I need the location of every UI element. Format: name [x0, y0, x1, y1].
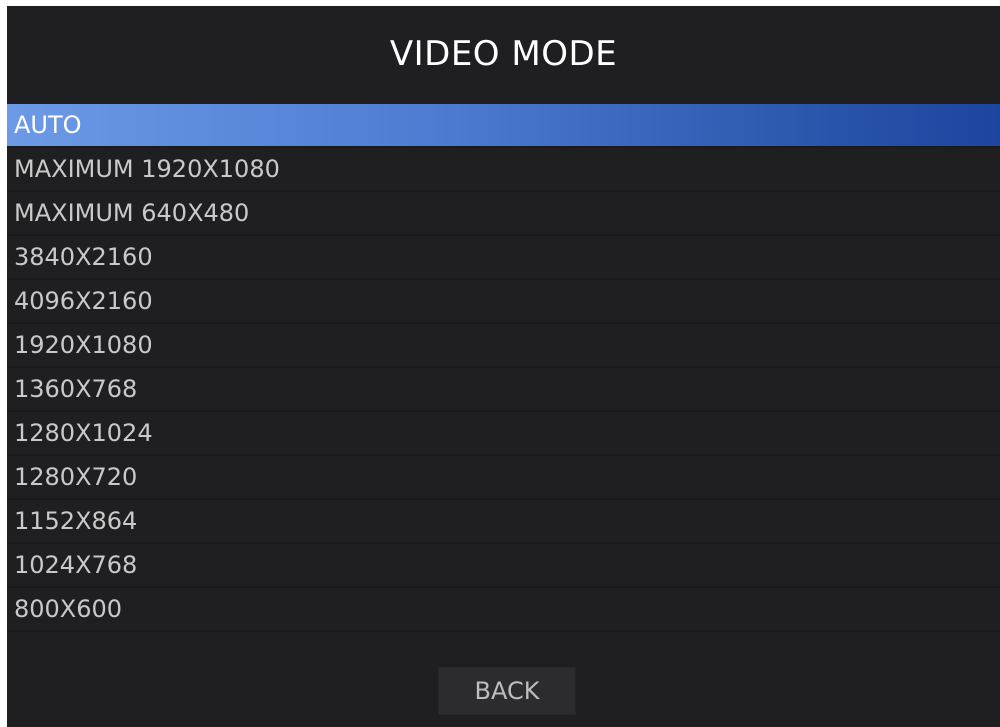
mode-item-1280x720[interactable]: 1280X720	[7, 456, 1000, 500]
mode-item-3840x2160[interactable]: 3840X2160	[7, 236, 1000, 280]
mode-item-auto[interactable]: AUTO	[7, 104, 1000, 148]
mode-item-1920x1080[interactable]: 1920X1080	[7, 324, 1000, 368]
mode-item-maximum-640x480[interactable]: MAXIMUM 640X480	[7, 192, 1000, 236]
video-mode-list: AUTO MAXIMUM 1920X1080 MAXIMUM 640X480 3…	[7, 104, 1000, 632]
page-title: VIDEO MODE	[389, 34, 618, 74]
mode-item-1360x768[interactable]: 1360X768	[7, 368, 1000, 412]
mode-item-1024x768[interactable]: 1024X768	[7, 544, 1000, 588]
mode-item-1280x1024[interactable]: 1280X1024	[7, 412, 1000, 456]
mode-item-1152x864[interactable]: 1152X864	[7, 500, 1000, 544]
back-button[interactable]: BACK	[438, 667, 576, 715]
mode-item-800x600[interactable]: 800X600	[7, 588, 1000, 632]
video-mode-screen: VIDEO MODE AUTO MAXIMUM 1920X1080 MAXIMU…	[7, 6, 1000, 727]
mode-item-maximum-1920x1080[interactable]: MAXIMUM 1920X1080	[7, 148, 1000, 192]
mode-item-4096x2160[interactable]: 4096X2160	[7, 280, 1000, 324]
